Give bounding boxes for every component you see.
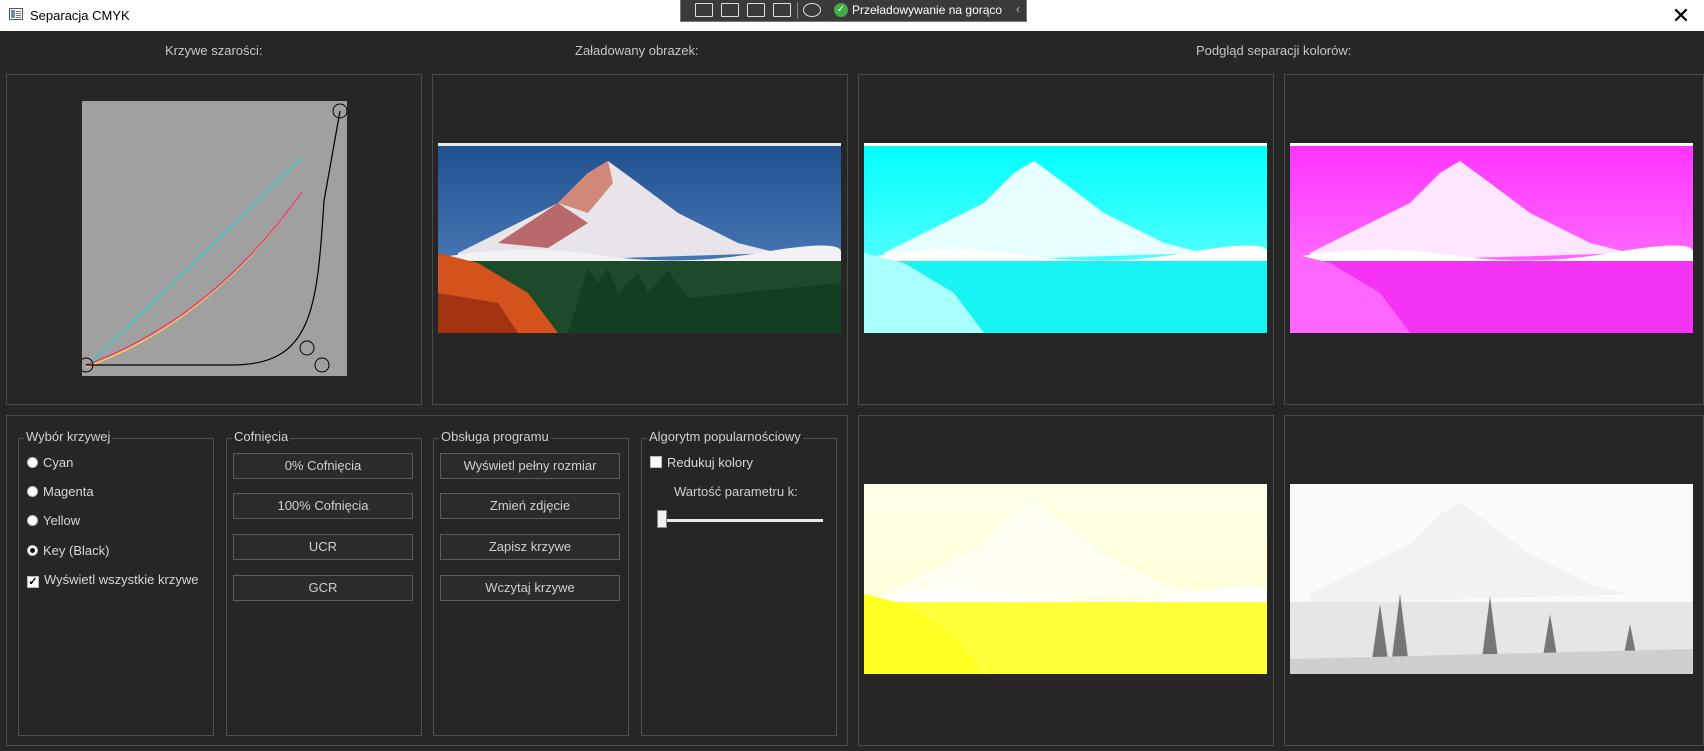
show-all-curves-label: Wyświetl wszystkie krzywe [44,572,199,587]
curves-canvas[interactable] [82,101,347,376]
close-button[interactable]: ✕ [1658,0,1704,31]
k-parameter-slider-thumb[interactable] [657,510,667,528]
loaded-image-panel [432,74,848,405]
full-removal-button[interactable]: 100% Cofnięcia [233,493,413,519]
save-curves-button[interactable]: Zapisz krzywe [440,534,620,560]
change-image-button[interactable]: Zmień zdjęcie [440,493,620,519]
checkmark-icon: ✓ [834,3,848,17]
radio-key-label: Key (Black) [43,543,110,558]
hot-reload-toolbar: ✓ Przeładowywanie na gorąco ‹ [680,0,1027,22]
radio-yellow-dot[interactable] [27,515,38,526]
key-separation-image [1290,484,1693,674]
binding-failures-icon[interactable] [803,3,821,17]
curves-panel [6,74,422,405]
popularity-algorithm-title: Algorytm popularnościowy [647,429,803,444]
controls-panel: Wybór krzywej Cyan Magenta Yellow Key (B… [6,415,848,746]
reduce-colors-row[interactable]: Redukuj kolory [650,455,753,470]
live-visual-tree-icon[interactable] [695,3,713,17]
display-layout-adorners-icon[interactable] [747,3,765,17]
app-icon [9,8,23,20]
separation-preview-label: Podgląd separacji kolorów: [1196,43,1352,58]
curve-selection-title: Wybór krzywej [24,429,113,444]
radio-magenta-label: Magenta [43,484,94,499]
radio-yellow[interactable]: Yellow [27,513,80,528]
loaded-image-label: Załadowany obrazek: [575,43,699,58]
magenta-separation-image [1290,143,1693,333]
k-parameter-label: Wartość parametru k: [674,484,798,499]
show-full-size-button[interactable]: Wyświetl pełny rozmiar [440,453,620,479]
yellow-separation-image [864,484,1267,674]
curve-selection-group: Wybór krzywej Cyan Magenta Yellow Key (B… [18,429,214,736]
radio-magenta[interactable]: Magenta [27,484,94,499]
radio-cyan[interactable]: Cyan [27,455,73,470]
load-curves-button[interactable]: Wczytaj krzywe [440,575,620,601]
select-element-icon[interactable] [721,3,739,17]
radio-cyan-label: Cyan [43,455,74,470]
zero-removal-button[interactable]: 0% Cofnięcia [233,453,413,479]
track-focused-element-icon[interactable] [773,3,791,17]
radio-cyan-dot[interactable] [27,457,38,468]
collapse-toolbar-icon[interactable]: ‹ [1016,2,1020,16]
cyan-separation-image [864,143,1267,333]
radio-yellow-label: Yellow [43,513,81,528]
radio-key[interactable]: Key (Black) [27,543,109,558]
popularity-algorithm-group: Algorytm popularnościowy Redukuj kolory … [641,429,837,736]
radio-magenta-dot[interactable] [27,486,38,497]
window-title: Separacja CMYK [30,8,130,23]
show-all-curves-checkbox[interactable]: ✓ [27,576,39,588]
cyan-preview-panel [858,74,1274,405]
curves-label: Krzywe szarości: [165,43,263,58]
show-all-curves-row[interactable]: ✓ Wyświetl wszystkie krzywe [27,572,198,588]
program-controls-title: Obsługa programu [439,429,551,444]
radio-key-dot[interactable] [27,545,38,556]
gcr-button[interactable]: GCR [233,575,413,601]
original-image [438,143,841,333]
program-controls-group: Obsługa programu Wyświetl pełny rozmiar … [433,429,629,736]
magenta-preview-panel [1284,74,1704,405]
undercolor-title: Cofnięcia [232,429,291,444]
k-parameter-slider-track[interactable] [659,519,823,522]
reduce-colors-label: Redukuj kolory [667,455,753,470]
key-preview-panel [1284,415,1704,746]
undercolor-group: Cofnięcia 0% Cofnięcia 100% Cofnięcia UC… [226,429,422,736]
hot-reload-status: Przeładowywanie na gorąco [852,3,1003,17]
reduce-colors-checkbox[interactable] [650,456,662,468]
ucr-button[interactable]: UCR [233,534,413,560]
yellow-preview-panel [858,415,1274,746]
